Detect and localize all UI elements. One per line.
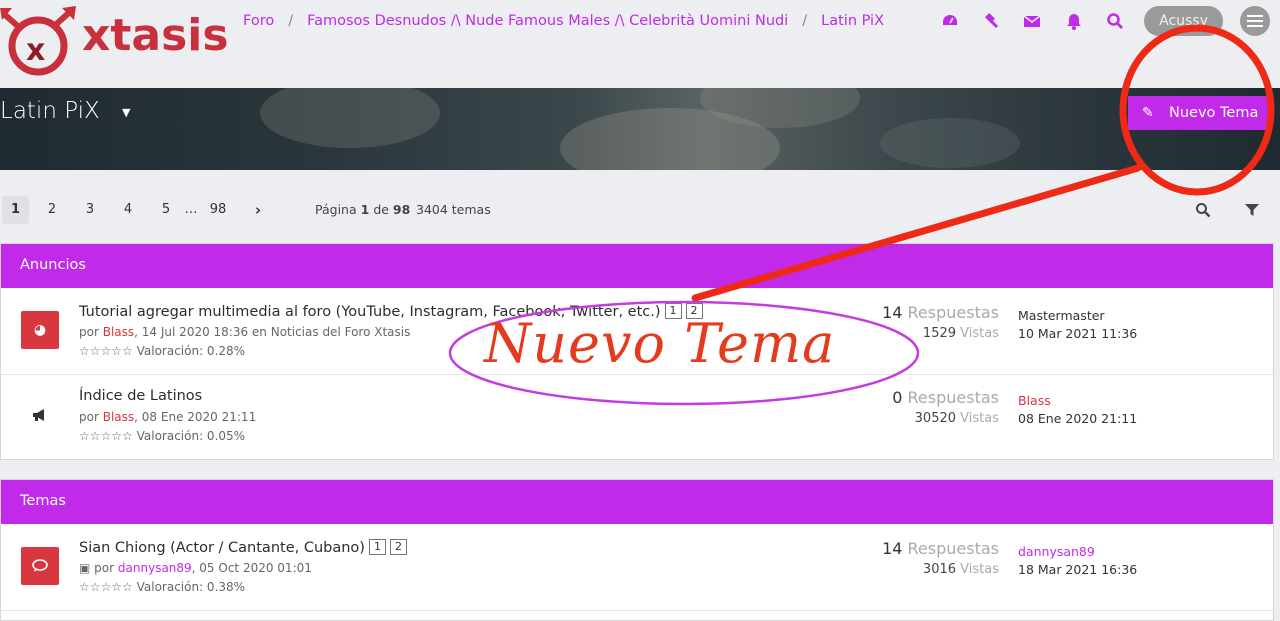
forum-dropdown-caret-icon[interactable]: ▼ [122,106,130,119]
page-info: Página 1 de 98 [315,202,411,217]
disk-icon: ▣ [79,561,91,575]
last-post: Blass 08 Ene 2020 21:11 [1018,393,1138,426]
last-post-user[interactable]: Blass [1018,393,1051,408]
topic-row[interactable]: Sian Chiong (Actor / Cantante, Cubano) 1 2… [1,525,1273,611]
next-page-icon[interactable]: › [248,196,268,224]
last-post: Mastermaster 10 Mar 2021 11:36 [1018,308,1138,341]
megaphone-icon [21,396,59,434]
filter-icon[interactable] [1245,202,1261,218]
topics-header: Temas [1,480,1273,524]
page-3[interactable]: 3 [78,196,102,224]
topic-stats: 14 Respuestas 1529 Vistas [882,303,999,341]
user-menu-button[interactable]: Acussy [1144,6,1223,36]
svg-text:x: x [26,33,45,68]
hamburger-icon [1247,15,1263,27]
pagination: 1 2 3 4 5 … 98 › Página 1 de 98 3404 tem… [0,196,1280,226]
site-logo[interactable]: x xtasis [0,4,229,78]
topic-author[interactable]: Blass [103,325,134,339]
page-98[interactable]: 98 [205,196,231,224]
topic-count: 3404 temas [416,202,491,217]
gavel-icon[interactable] [981,12,1001,32]
topic-page-1[interactable]: 1 [368,539,386,555]
breadcrumb-famosos[interactable]: Famosos Desnudos /\ Nude Famous Males /\… [307,13,788,29]
new-topic-label: Nuevo Tema [1169,105,1259,121]
dashboard-icon[interactable] [940,12,960,32]
page-5[interactable]: 5 [154,196,178,224]
page-ellipsis: … [184,202,198,217]
header: x xtasis Foro / Famosos Desnudos /\ Nude F… [0,0,1280,88]
page-4[interactable]: 4 [116,196,140,224]
topic-bubble-icon [21,547,59,585]
logo-symbol-icon: x [0,6,76,76]
page-1[interactable]: 1 [2,196,29,224]
topic-rating: ☆☆☆☆☆ Valoración: 0.38% [79,580,246,594]
topic-meta: ▣ por dannysan89, 05 Oct 2020 01:01 [79,561,312,575]
main-menu-button[interactable] [1240,6,1270,36]
search-topics-icon[interactable] [1195,202,1211,218]
topic-meta: por Blass, 14 Jul 2020 18:36 en Noticias… [79,325,411,339]
last-post: dannysan89 18 Mar 2021 16:36 [1018,544,1138,577]
topic-stats: 0 Respuestas 30520 Vistas [892,388,999,426]
logo-text: xtasis [82,10,229,61]
breadcrumb-latin-pix[interactable]: Latin PiX [821,13,884,29]
topic-title[interactable]: Índice de Latinos [79,388,202,404]
forum-title: Latin PiX [0,98,100,124]
pencil-icon: ✎ [1142,105,1154,121]
envelope-icon[interactable] [1022,12,1042,32]
annotation-text: Nuevo Tema [484,312,836,375]
topic-rating: ☆☆☆☆☆ Valoración: 0.05% [79,429,246,443]
search-icon[interactable] [1105,12,1125,32]
topic-rating: ☆☆☆☆☆ Valoración: 0.28% [79,344,246,358]
topic-author[interactable]: Blass [103,410,134,424]
global-announcement-icon: ◕ [21,311,59,349]
topic-author[interactable]: dannysan89 [118,561,192,575]
topics-panel: Temas Sian Chiong (Actor / Cantante, Cub… [0,479,1274,621]
page-2[interactable]: 2 [40,196,64,224]
announcements-header: Anuncios [1,244,1273,288]
topic-row[interactable]: Índice de Latinos por Blass, 08 Ene 2020… [1,374,1273,459]
topic-title[interactable]: Sian Chiong (Actor / Cantante, Cubano) 1 2 [79,539,407,556]
bell-icon[interactable] [1064,12,1084,32]
breadcrumb: Foro / Famosos Desnudos /\ Nude Famous Mal… [243,13,885,29]
last-post-user[interactable]: Mastermaster [1018,308,1105,323]
last-post-user[interactable]: dannysan89 [1018,544,1095,559]
breadcrumb-foro[interactable]: Foro [243,13,274,29]
forum-banner: Latin PiX ▼ [0,88,1280,170]
topic-meta: por Blass, 08 Ene 2020 21:11 [79,410,257,424]
new-topic-button[interactable]: ✎ Nuevo Tema [1128,96,1270,130]
topic-stats: 14 Respuestas 3016 Vistas [882,539,999,577]
topic-page-2[interactable]: 2 [389,539,407,555]
